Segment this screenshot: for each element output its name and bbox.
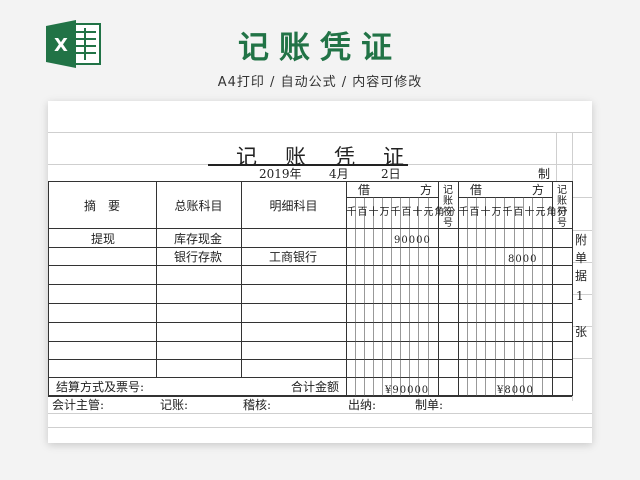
row2-detail-account[interactable]: 工商银行 <box>269 250 317 264</box>
digit-header: 元 <box>423 207 434 218</box>
sign-accountant: 会计主管: <box>52 398 105 412</box>
digit-header: 十 <box>480 207 491 218</box>
debit-label-left: 借 <box>358 183 371 197</box>
digit-header: 分 <box>445 207 456 218</box>
row1-summary[interactable]: 提现 <box>91 232 115 246</box>
voucher-title: 记账凭证 <box>140 141 500 171</box>
page-subtitle: A4打印 / 自动公式 / 内容可修改 <box>217 75 423 90</box>
debit-digit-columns <box>355 197 429 396</box>
debit-label-right: 方 <box>420 183 433 197</box>
digit-header: 千 <box>458 207 469 218</box>
date-month: 4月 <box>329 167 349 181</box>
col-detail-account-header: 明细科目 <box>269 199 318 213</box>
date-day: 2日 <box>381 167 401 181</box>
total-credit-amount[interactable]: ¥8000 <box>497 385 534 396</box>
row2-general-account[interactable]: 银行存款 <box>174 250 222 264</box>
attach-char: 附 <box>575 233 588 247</box>
attach-char: 单 <box>575 251 588 265</box>
col-general-account-header: 总账科目 <box>174 199 223 213</box>
sign-audit: 稽核: <box>243 398 272 412</box>
digit-header: 百 <box>357 207 368 218</box>
digit-header: 千 <box>390 207 401 218</box>
digit-header: 分 <box>557 207 568 218</box>
row1-general-account[interactable]: 库存现金 <box>174 232 222 246</box>
col-summary-header: 摘 要 <box>83 199 120 213</box>
debit-digit-headers: 千百十万千百十元角分 <box>346 207 456 219</box>
credit-digit-columns <box>467 197 543 396</box>
digit-header: 角 <box>546 207 557 218</box>
digit-header: 十 <box>524 207 535 218</box>
title-underline <box>208 164 408 166</box>
digit-header: 十 <box>412 207 423 218</box>
digit-header: 千 <box>346 207 357 218</box>
sign-cashier: 出纳: <box>348 398 377 412</box>
sign-preparer: 制单: <box>415 398 444 412</box>
row1-debit-amount[interactable]: 90000 <box>394 235 431 246</box>
digit-header: 百 <box>513 207 524 218</box>
digit-header: 角 <box>434 207 445 218</box>
digit-header: 十 <box>368 207 379 218</box>
attach-char: 张 <box>575 325 588 339</box>
credit-label-right: 方 <box>532 183 545 197</box>
digit-header: 百 <box>469 207 480 218</box>
digit-header: 万 <box>491 207 502 218</box>
digit-header: 万 <box>379 207 390 218</box>
date-year: 2019年 <box>259 167 302 181</box>
credit-digit-headers: 千百十万千百十元角分 <box>458 207 568 219</box>
total-debit-amount[interactable]: ¥90000 <box>385 385 429 396</box>
digit-header: 元 <box>535 207 546 218</box>
voucher-sheet: 记账凭证 2019年 4月 2日 制 摘 要 总账科目 明细科目 借 方 借 方… <box>48 101 592 443</box>
header: X 记账凭证 A4打印 / 自动公式 / 内容可修改 <box>0 0 640 100</box>
digit-header: 百 <box>401 207 412 218</box>
sign-bookkeeper: 记账: <box>160 398 189 412</box>
settlement-label: 结算方式及票号: <box>56 380 145 394</box>
digit-header: 千 <box>502 207 513 218</box>
total-amount-label: 合计金额 <box>291 380 340 394</box>
credit-label-left: 借 <box>470 183 483 197</box>
row2-credit-amount[interactable]: 8000 <box>508 254 537 265</box>
page-title: 记账凭证 <box>238 30 402 66</box>
voucher-title-char: 记 <box>236 145 257 169</box>
attach-count: 1 <box>576 289 584 303</box>
attach-char: 据 <box>575 269 588 283</box>
prepared-label: 制 <box>538 167 551 181</box>
